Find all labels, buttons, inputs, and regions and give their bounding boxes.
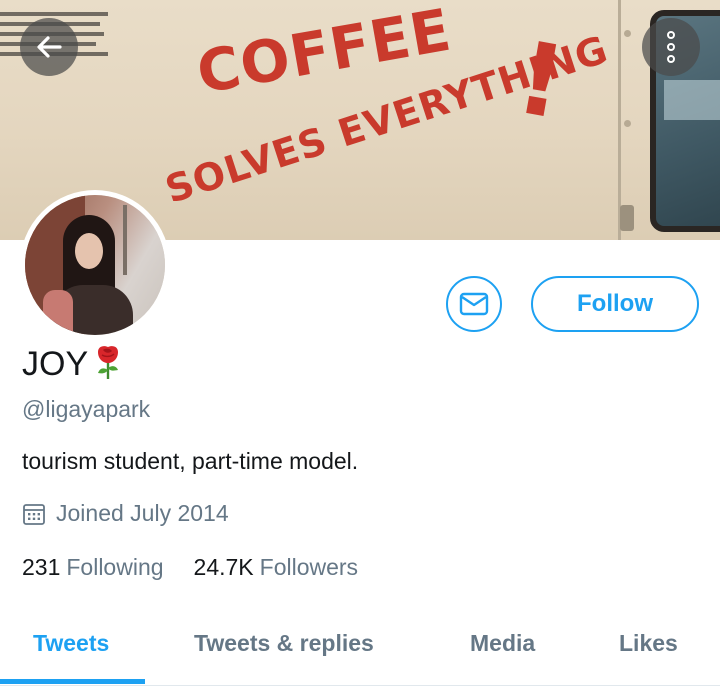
profile-name-row: JOY: [22, 344, 122, 385]
more-vertical-icon: [667, 31, 675, 63]
back-button[interactable]: [20, 18, 78, 76]
banner-slogan-exclamation: !: [508, 18, 574, 143]
profile-name: JOY: [22, 345, 89, 383]
arrow-left-icon: [37, 36, 62, 58]
calendar-icon: [23, 503, 45, 525]
message-button[interactable]: [446, 276, 502, 332]
tab-tweets[interactable]: Tweets: [33, 630, 109, 657]
avatar-pole: [123, 205, 127, 275]
joined-date-row: Joined July 2014: [22, 500, 229, 527]
van-window-reflection: [664, 80, 720, 120]
active-tab-indicator: [0, 679, 145, 684]
van-latch: [620, 205, 634, 231]
followers-label: Followers: [259, 554, 359, 580]
rose-icon: [94, 344, 122, 385]
tab-tweets-and-replies[interactable]: Tweets & replies: [194, 630, 374, 657]
van-bolt: [624, 120, 631, 127]
profile-stats: 231 Following 24.7K Followers: [22, 554, 358, 581]
envelope-icon: [459, 292, 489, 316]
profile-tabs: Tweets Tweets & replies Media Likes: [0, 620, 720, 686]
follow-button[interactable]: Follow: [531, 276, 699, 332]
followers-count: 24.7K: [193, 554, 254, 580]
tab-media[interactable]: Media: [470, 630, 535, 657]
profile-bio: tourism student, part-time model.: [22, 448, 359, 474]
avatar-face: [75, 233, 103, 269]
avatar-jacket: [43, 290, 73, 335]
banner-stripe: [0, 12, 108, 16]
joined-date: Joined July 2014: [56, 500, 229, 526]
van-bolt: [624, 30, 631, 37]
avatar[interactable]: [20, 190, 170, 340]
following-label: Following: [66, 554, 164, 580]
van-door-line: [618, 0, 621, 240]
tab-likes[interactable]: Likes: [619, 630, 678, 657]
profile-handle: @ligayapark: [22, 396, 151, 422]
followers-stat[interactable]: 24.7K Followers: [194, 554, 359, 581]
more-options-button[interactable]: [642, 18, 700, 76]
following-stat[interactable]: 231 Following: [22, 554, 164, 581]
following-count: 231: [22, 554, 61, 580]
